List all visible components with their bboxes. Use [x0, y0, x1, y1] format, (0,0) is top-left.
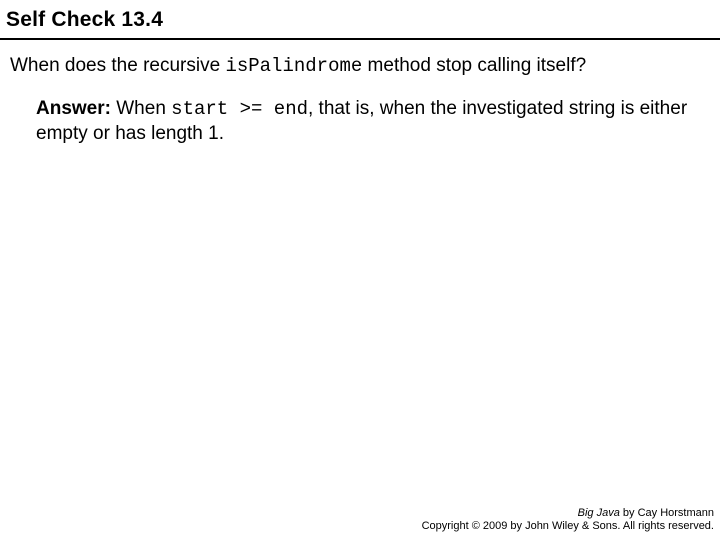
question-part1: When does the recursive	[10, 55, 225, 76]
footer-copyright: Copyright © 2009 by John Wiley & Sons. A…	[422, 520, 714, 534]
question-code: isPalindrome	[225, 55, 362, 77]
answer-label: Answer:	[36, 98, 111, 119]
slide: Self Check 13.4 When does the recursive …	[0, 0, 720, 540]
footer: Big Java by Cay Horstmann Copyright © 20…	[422, 507, 714, 535]
footer-line1: Big Java by Cay Horstmann	[422, 507, 714, 521]
footer-book: Big Java	[578, 507, 620, 519]
question-part2: method stop calling itself?	[362, 55, 586, 76]
answer-code: start >= end	[171, 98, 308, 120]
footer-author: by Cay Horstmann	[620, 507, 714, 519]
answer-part1: When	[111, 98, 171, 119]
slide-title: Self Check 13.4	[0, 0, 720, 38]
slide-body: When does the recursive isPalindrome met…	[0, 46, 720, 145]
title-rule	[0, 38, 720, 40]
question-text: When does the recursive isPalindrome met…	[10, 54, 708, 79]
answer-block: Answer: When start >= end, that is, when…	[10, 97, 708, 146]
